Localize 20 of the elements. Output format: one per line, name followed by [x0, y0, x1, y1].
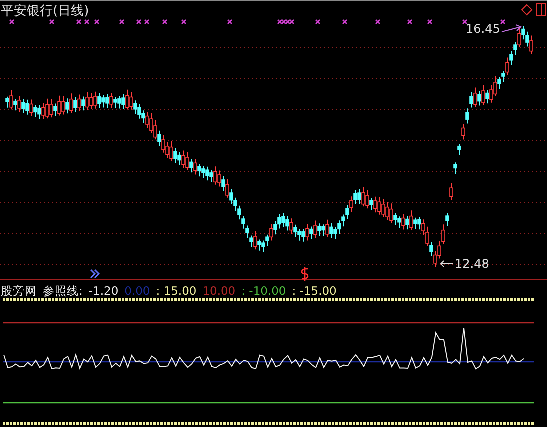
level-value: 10.00	[202, 284, 236, 299]
candlestick	[450, 183, 454, 201]
price-label: 16.45	[466, 22, 500, 36]
arrow-icon	[501, 23, 524, 35]
price-label: 12.48	[455, 257, 490, 271]
panel-toggle-icon	[536, 4, 546, 16]
indicator-name: 股旁网	[1, 284, 37, 299]
double-arrow-icon	[90, 269, 100, 279]
chart-title: 平安银行(日线)	[1, 3, 90, 20]
level-value: : 15.00	[156, 284, 197, 299]
indicator-label: 参照线:	[43, 284, 83, 299]
indicator-value: -1.20	[88, 284, 119, 299]
candlestick	[454, 162, 458, 175]
candlestick	[458, 144, 462, 156]
level-value: : -15.00	[292, 284, 337, 299]
level-value: 0.00	[124, 284, 150, 299]
dollar-icon	[301, 266, 309, 282]
diamond-icon	[521, 4, 533, 16]
arrow-icon	[440, 259, 454, 269]
level-value: : -10.00	[242, 284, 286, 299]
